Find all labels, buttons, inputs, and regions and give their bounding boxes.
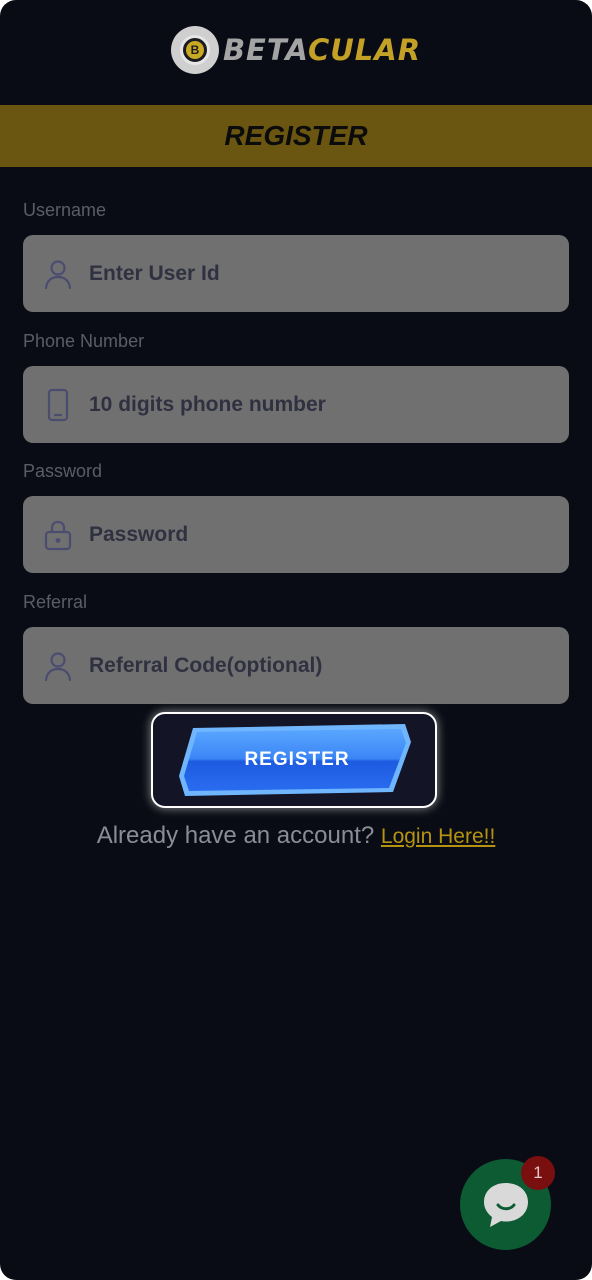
register-button-label: REGISTER [244, 749, 350, 770]
referral-label: Referral [23, 592, 88, 612]
brand-logo: B BETACULAR [0, 22, 592, 78]
login-link[interactable]: Login Here!! [381, 825, 495, 848]
phone-input[interactable] [87, 391, 511, 418]
login-prompt: Already have an account? Login Here!! [0, 822, 592, 850]
phone-label: Phone Number [23, 331, 145, 351]
chat-bubble-icon [483, 1182, 528, 1227]
login-prompt-text: Already have an account? [96, 822, 381, 849]
register-button[interactable]: REGISTER [179, 720, 415, 800]
referral-input[interactable] [87, 652, 511, 679]
username-label: Username [23, 200, 107, 220]
brand-name-part1: BETA [222, 33, 308, 67]
page-title: REGISTER [224, 120, 368, 151]
logo-letter: B [185, 41, 204, 59]
phone-field[interactable] [23, 366, 569, 443]
brand-name-part2: CULAR [307, 33, 422, 67]
register-screen: B BETACULAR REGISTER Username Phone Numb… [0, 0, 592, 1280]
phone-icon [47, 388, 69, 421]
page-title-banner: REGISTER [0, 105, 592, 167]
register-button-card: REGISTER [151, 712, 437, 808]
password-field[interactable] [23, 496, 569, 573]
lock-icon [44, 520, 72, 550]
username-input[interactable] [87, 260, 511, 287]
logo-icon: B [170, 26, 219, 74]
username-field[interactable] [23, 235, 569, 312]
user-icon [44, 259, 72, 289]
referral-field[interactable] [23, 627, 569, 704]
chat-unread-badge: 1 [521, 1156, 555, 1190]
password-input[interactable] [87, 521, 511, 548]
password-label: Password [23, 461, 103, 481]
user-icon [44, 651, 72, 681]
